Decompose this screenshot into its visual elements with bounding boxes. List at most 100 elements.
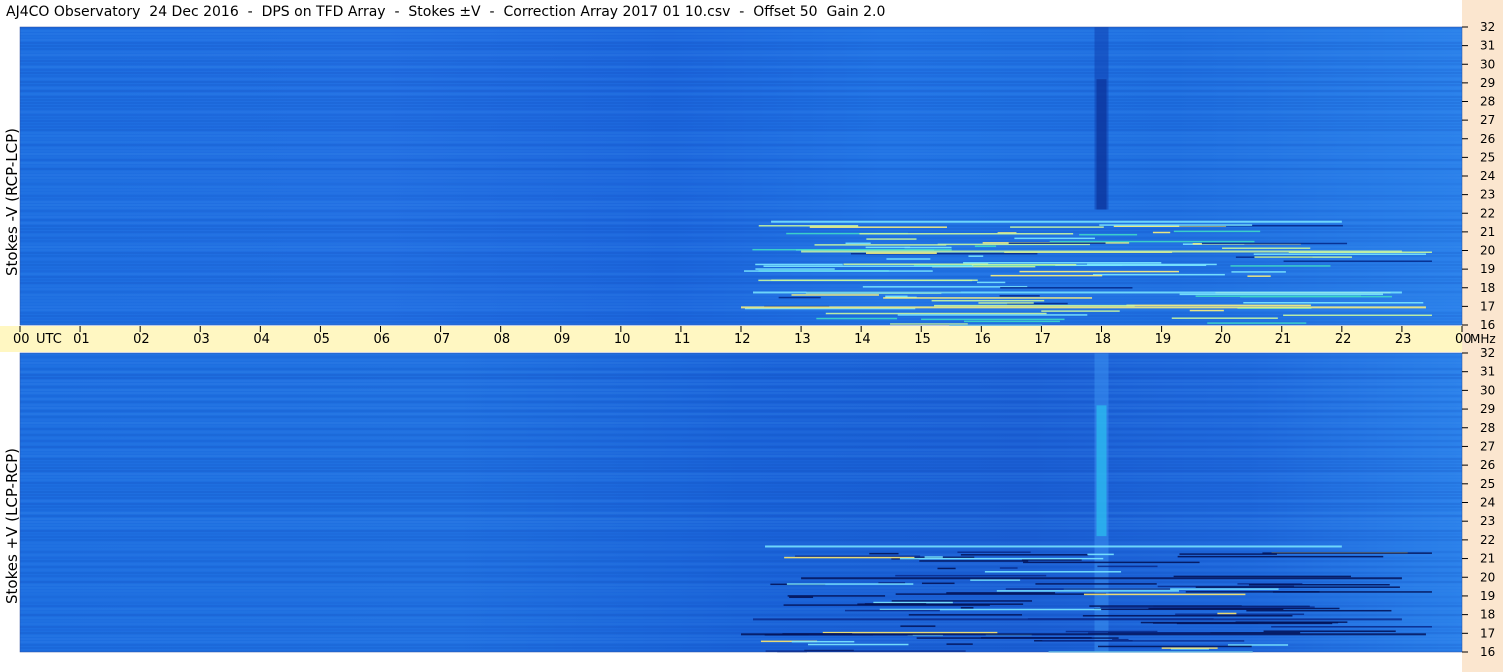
panel-0-y-tick-label: 16 <box>1480 318 1495 332</box>
panel-1-band <box>20 416 1462 418</box>
panel-1-band <box>20 425 1462 427</box>
x-tick-label: 23 <box>1395 332 1412 347</box>
panel-0-band <box>20 276 1462 278</box>
panel-0-band <box>20 273 1462 275</box>
x-tick-label: 12 <box>734 332 751 347</box>
panel-0-band <box>20 105 1462 107</box>
panel-1-band <box>20 419 1462 421</box>
panel-0-striation <box>1179 293 1383 296</box>
panel-1-striation <box>908 614 1023 616</box>
panel-0-band <box>20 201 1462 203</box>
panel-0-band <box>20 213 1462 215</box>
panel-0-strong-line <box>801 250 1402 253</box>
panel-1-band <box>20 602 1462 604</box>
panel-0-striation <box>1008 242 1106 244</box>
panel-1-striation <box>1177 555 1384 558</box>
panel-1-striation <box>1100 606 1315 608</box>
x-tick-label: 17 <box>1034 332 1051 347</box>
panel-1-band <box>20 512 1462 514</box>
panel-0-striation <box>886 258 931 260</box>
panel-0-band <box>20 126 1462 128</box>
panel-1-y-tick-label: 18 <box>1480 608 1495 622</box>
panel-0-y-tick-label: 23 <box>1480 188 1495 202</box>
x-tick-label: 01 <box>73 332 90 347</box>
panel-0-striation <box>1173 230 1261 233</box>
x-tick-label: 19 <box>1155 332 1172 347</box>
panel-0-band <box>20 300 1462 302</box>
panel-1-striation <box>1227 644 1289 646</box>
panel-0-striation <box>778 296 821 299</box>
panel-0-band <box>20 162 1462 164</box>
panel-1-y-tick-label: 29 <box>1480 402 1495 416</box>
x-tick-label: 06 <box>374 332 391 347</box>
panel-1-band <box>20 356 1462 358</box>
panel-1-striation <box>1173 575 1351 578</box>
panel-1-band <box>20 488 1462 490</box>
panel-1-y-tick-label: 31 <box>1480 365 1495 379</box>
panel-0-band <box>20 75 1462 77</box>
panel-1-band <box>20 404 1462 406</box>
panel-1-striation <box>1083 593 1246 596</box>
panel-1-band <box>20 482 1462 484</box>
panel-1-striation <box>937 567 956 570</box>
panel-1-band <box>20 539 1462 541</box>
panel-1-band <box>20 431 1462 433</box>
panel-1-y-tick-label: 27 <box>1480 439 1495 453</box>
panel-1-band <box>20 470 1462 472</box>
panel-0-y-tick-label: 27 <box>1480 113 1495 127</box>
panel-0-striation <box>865 246 911 249</box>
bottom-panel-ylabel: Stokes +V (LCP-RCP) <box>3 448 21 604</box>
panel-0-band <box>20 192 1462 194</box>
panel-1-striation <box>921 582 955 585</box>
panel-0-striation <box>1014 237 1095 240</box>
panel-0-band <box>20 114 1462 116</box>
panel-0-band <box>20 51 1462 53</box>
panel-1-band <box>20 596 1462 598</box>
panel-1-band <box>20 560 1462 562</box>
panel-1-striation <box>899 557 1104 560</box>
panel-0-band <box>20 186 1462 188</box>
panel-1-y-tick-label: 23 <box>1480 514 1495 528</box>
panel-1-band <box>20 485 1462 487</box>
panel-0-y-tick-label: 17 <box>1480 299 1495 313</box>
panel-0-band <box>20 96 1462 98</box>
panel-0-band <box>20 123 1462 125</box>
panel-0-band <box>20 174 1462 176</box>
panel-1-striation <box>869 552 899 555</box>
panel-1-striation <box>765 650 966 652</box>
panel-1-band <box>20 467 1462 469</box>
panel-1-y-tick-label: 22 <box>1480 533 1495 547</box>
x-tick-label: 08 <box>494 332 511 347</box>
panel-1-band <box>20 455 1462 457</box>
panel-1-band <box>20 434 1462 436</box>
x-tick-label: 15 <box>914 332 931 347</box>
panel-0-band <box>20 33 1462 35</box>
panel-1-band <box>20 410 1462 412</box>
panel-1-striation <box>891 600 1033 602</box>
panel-1-band <box>20 395 1462 397</box>
panel-0-band <box>20 171 1462 173</box>
panel-0-vertical-band-dark <box>1096 79 1107 210</box>
panel-1-band <box>20 413 1462 415</box>
panel-0-band <box>20 30 1462 32</box>
panel-0-y-tick-label: 32 <box>1480 20 1495 34</box>
panel-1-striation <box>960 607 974 609</box>
panel-1-y-tick-label: 21 <box>1480 552 1495 566</box>
panel-0-band <box>20 135 1462 137</box>
panel-0-band <box>20 27 1462 29</box>
panel-1-band <box>20 566 1462 568</box>
panel-0-band <box>20 45 1462 47</box>
panel-0-y-tick-label: 20 <box>1480 244 1495 258</box>
panel-0-striation <box>1152 231 1171 234</box>
panel-0-y-tick-label: 28 <box>1480 95 1495 109</box>
panel-0-band <box>20 204 1462 206</box>
panel-1-striation <box>1082 615 1293 617</box>
panel-1-band <box>20 380 1462 382</box>
panel-0-band <box>20 195 1462 197</box>
panel-1-striation <box>794 555 921 558</box>
x-tick-label: 05 <box>313 332 330 347</box>
panel-0-band <box>20 93 1462 95</box>
panel-0-band <box>20 111 1462 113</box>
panel-1-y-tick-label: 28 <box>1480 421 1495 435</box>
panel-0-striation <box>1283 260 1432 262</box>
